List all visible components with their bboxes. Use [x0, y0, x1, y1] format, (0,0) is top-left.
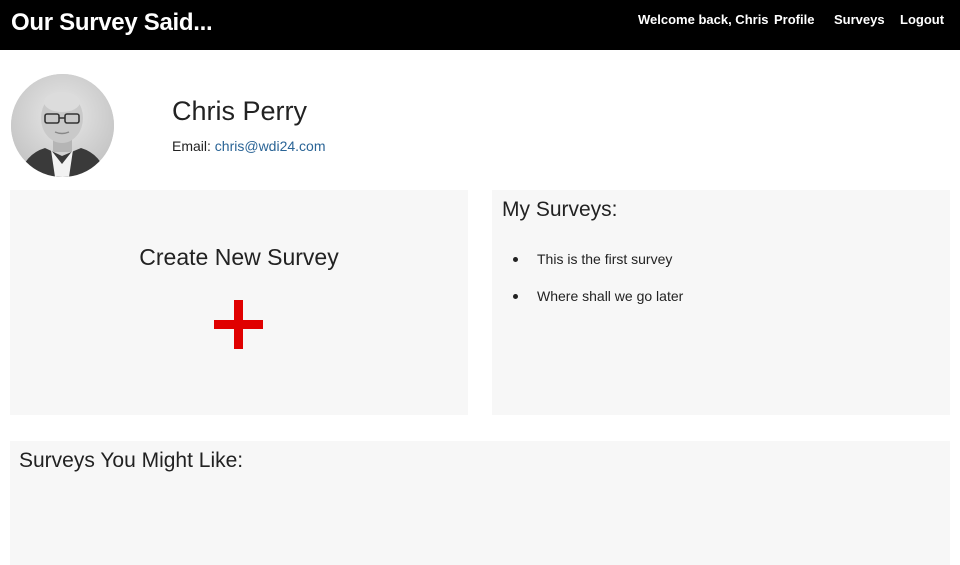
nav-surveys-link[interactable]: Surveys [834, 12, 885, 27]
bullet-icon [513, 257, 518, 262]
nav-logout-link[interactable]: Logout [900, 12, 944, 27]
nav-profile-link[interactable]: Profile [774, 12, 814, 27]
survey-item-label: This is the first survey [537, 251, 673, 267]
email-row: Email: chris@wdi24.com [172, 138, 325, 154]
survey-list-item[interactable]: Where shall we go later [513, 286, 684, 306]
avatar [11, 74, 114, 177]
my-surveys-list: This is the first survey Where shall we … [513, 249, 684, 323]
top-navbar: Our Survey Said... Welcome back, Chris P… [0, 0, 960, 50]
create-survey-title[interactable]: Create New Survey [10, 244, 468, 271]
survey-list-item[interactable]: This is the first survey [513, 249, 683, 269]
user-avatar-photo-icon [11, 74, 114, 177]
survey-item-label: Where shall we go later [537, 288, 684, 304]
email-label: Email: [172, 138, 211, 154]
brand-logo-link[interactable]: Our Survey Said... [11, 9, 213, 37]
nav-welcome[interactable]: Welcome back, Chris [638, 12, 769, 27]
my-surveys-heading: My Surveys: [502, 198, 618, 221]
email-link[interactable]: chris@wdi24.com [215, 138, 326, 154]
recommended-surveys-heading: Surveys You Might Like: [19, 449, 244, 472]
plus-icon[interactable] [214, 300, 263, 349]
bullet-icon [513, 294, 518, 299]
profile-name: Chris Perry [172, 96, 308, 126]
